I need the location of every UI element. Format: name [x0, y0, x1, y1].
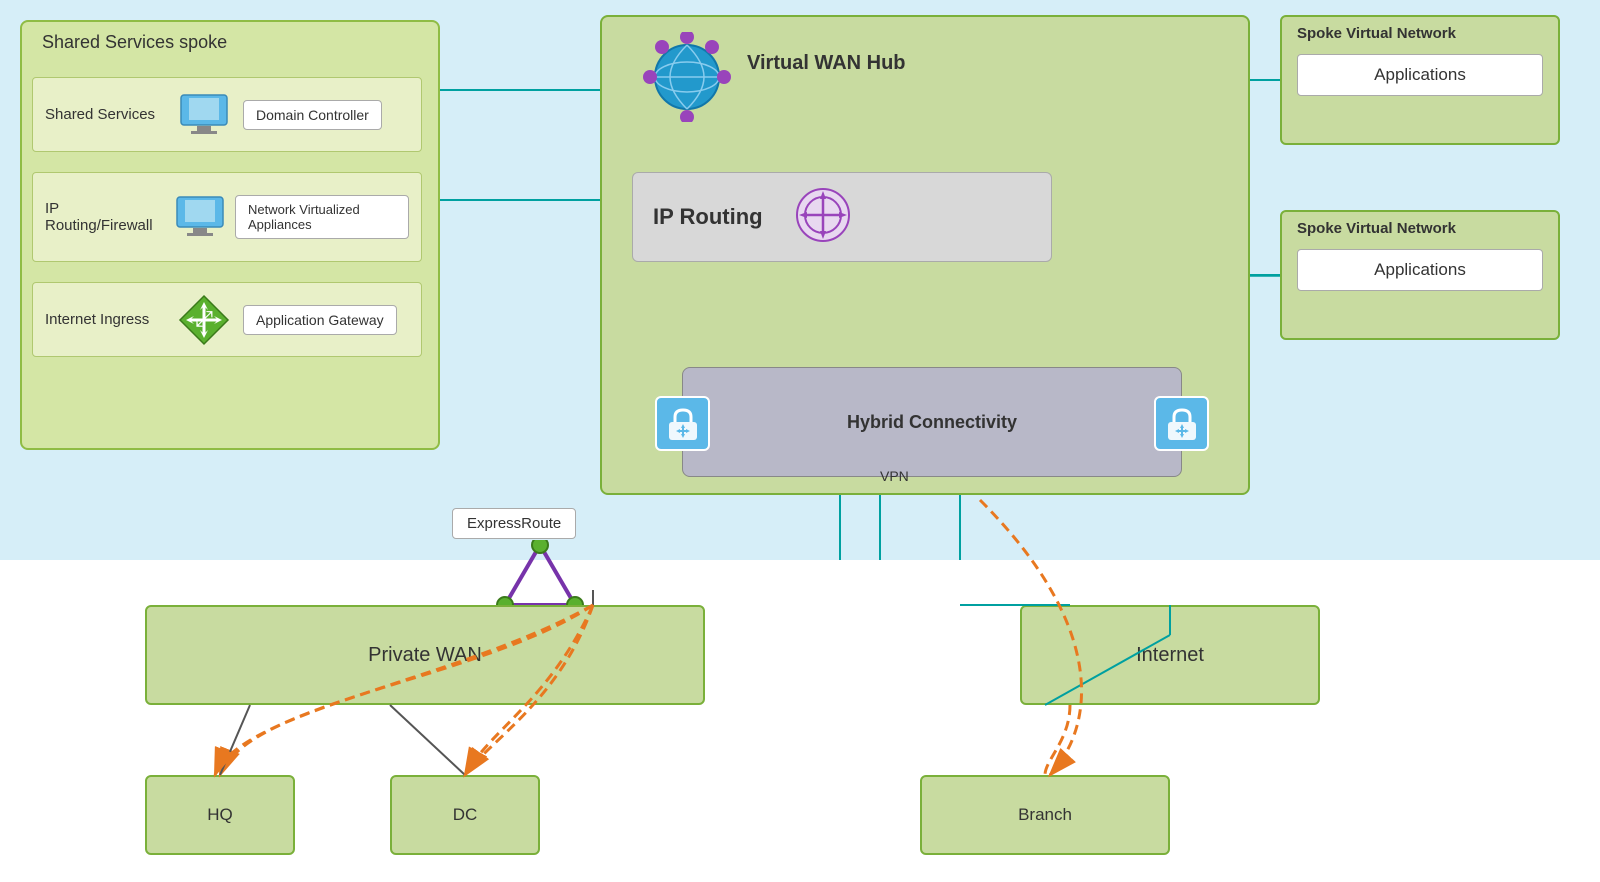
spoke-vnet-2: Spoke Virtual Network Applications: [1280, 210, 1560, 340]
shared-services-row: Shared Services Domain Controller: [32, 77, 422, 152]
domain-controller-label: Domain Controller: [243, 100, 382, 130]
hybrid-connectivity-title: Hybrid Connectivity: [847, 412, 1017, 433]
internet-label: Internet: [1136, 644, 1204, 667]
wan-hub-title: Virtual WAN Hub: [747, 52, 906, 75]
hq-label: HQ: [207, 805, 233, 825]
shared-services-label: Shared Services: [45, 106, 165, 123]
private-wan-label: Private WAN: [368, 644, 482, 667]
branch-label: Branch: [1018, 805, 1072, 825]
shared-services-spoke-title: Shared Services spoke: [42, 32, 227, 53]
hq-node: HQ: [145, 775, 295, 855]
ip-routing-label: IP Routing: [653, 204, 763, 230]
monitor-icon-1: [175, 89, 233, 141]
ip-routing-box: IP Routing: [632, 172, 1052, 262]
branch-node: Branch: [920, 775, 1170, 855]
spoke-vnet-2-apps: Applications: [1297, 249, 1543, 291]
internet-box: Internet: [1020, 605, 1320, 705]
ip-routing-firewall-row: IP Routing/Firewall Network Virtualized …: [32, 172, 422, 262]
expressroute-label: ExpressRoute: [452, 508, 576, 539]
gateway-icon: ⤢: [175, 294, 233, 346]
wan-hub-globe-icon: [642, 32, 732, 122]
network-virtualized-label: Network Virtualized Appliances: [235, 195, 409, 239]
lock-icon-left: [655, 396, 710, 451]
spoke-vnet-1-title: Spoke Virtual Network: [1297, 25, 1543, 42]
internet-ingress-row: Internet Ingress ⤢ Application Gateway: [32, 282, 422, 357]
spoke-vnet-2-title: Spoke Virtual Network: [1297, 220, 1543, 237]
ip-routing-icon: [793, 185, 853, 250]
shared-services-spoke: Shared Services spoke Shared Services Do…: [20, 20, 440, 450]
monitor-icon-2: [175, 191, 225, 243]
dc-label: DC: [453, 805, 478, 825]
spoke-vnet-1-apps: Applications: [1297, 54, 1543, 96]
ip-routing-firewall-label: IP Routing/Firewall: [45, 200, 165, 234]
hybrid-connectivity-box: Hybrid Connectivity: [682, 367, 1182, 477]
spoke-vnet-1: Spoke Virtual Network Applications: [1280, 15, 1560, 145]
dc-node: DC: [390, 775, 540, 855]
private-wan-box: Private WAN: [145, 605, 705, 705]
internet-ingress-label: Internet Ingress: [45, 311, 165, 328]
wan-hub-area: Virtual WAN Hub IP Routing: [600, 15, 1250, 495]
vpn-label: VPN: [880, 468, 909, 484]
lock-icon-right: [1154, 396, 1209, 451]
application-gateway-label: Application Gateway: [243, 305, 397, 335]
